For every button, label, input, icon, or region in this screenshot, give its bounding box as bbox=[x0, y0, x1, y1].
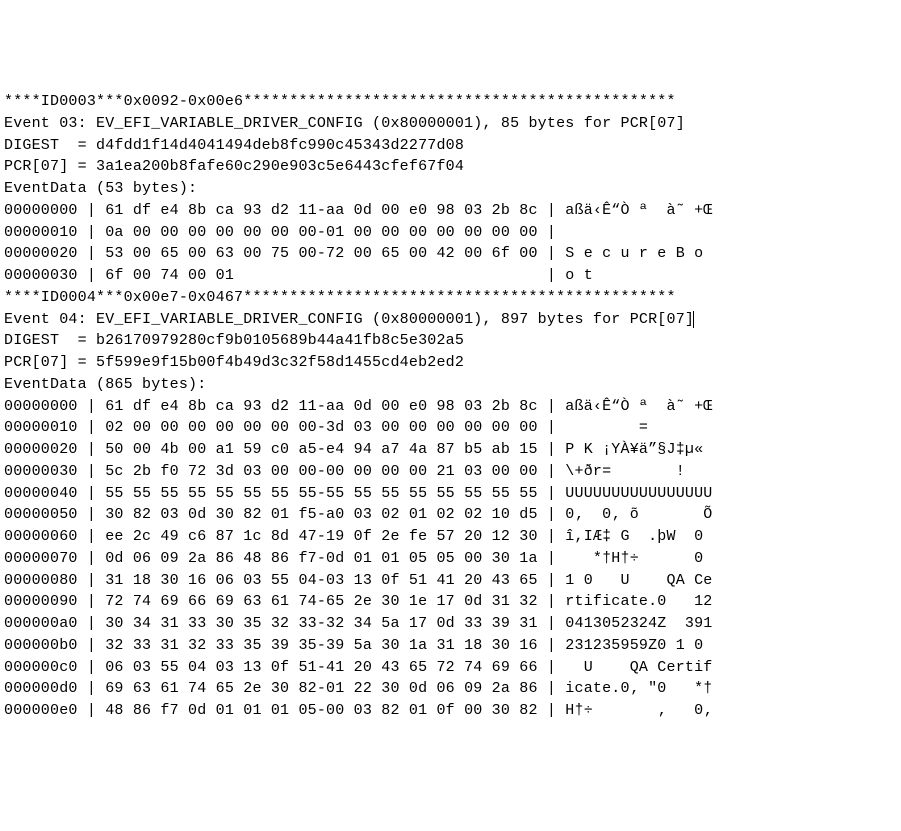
output-line: ****ID0003***0x0092-0x00e6**************… bbox=[4, 91, 901, 113]
output-line: EventData (865 bytes): bbox=[4, 374, 901, 396]
output-line: ****ID0004***0x00e7-0x0467**************… bbox=[4, 287, 901, 309]
output-line: DIGEST = d4fdd1f14d4041494deb8fc990c4534… bbox=[4, 135, 901, 157]
output-line: 00000000 | 61 df e4 8b ca 93 d2 11-aa 0d… bbox=[4, 200, 901, 222]
output-line: 00000080 | 31 18 30 16 06 03 55 04-03 13… bbox=[4, 570, 901, 592]
hex-dump-output: ****ID0003***0x0092-0x00e6**************… bbox=[4, 91, 901, 722]
output-line: EventData (53 bytes): bbox=[4, 178, 901, 200]
output-line: 00000090 | 72 74 69 66 69 63 61 74-65 2e… bbox=[4, 591, 901, 613]
output-line: 00000010 | 02 00 00 00 00 00 00 00-3d 03… bbox=[4, 417, 901, 439]
output-line: 00000030 | 5c 2b f0 72 3d 03 00 00-00 00… bbox=[4, 461, 901, 483]
output-line: 00000030 | 6f 00 74 00 01 | o t bbox=[4, 265, 901, 287]
output-line: 00000060 | ee 2c 49 c6 87 1c 8d 47-19 0f… bbox=[4, 526, 901, 548]
output-line: 00000010 | 0a 00 00 00 00 00 00 00-01 00… bbox=[4, 222, 901, 244]
output-line: 00000040 | 55 55 55 55 55 55 55 55-55 55… bbox=[4, 483, 901, 505]
output-line: 000000e0 | 48 86 f7 0d 01 01 01 05-00 03… bbox=[4, 700, 901, 722]
output-line: DIGEST = b26170979280cf9b0105689b44a41fb… bbox=[4, 330, 901, 352]
output-line: 00000020 | 53 00 65 00 63 00 75 00-72 00… bbox=[4, 243, 901, 265]
output-line: PCR[07] = 5f599e9f15b00f4b49d3c32f58d145… bbox=[4, 352, 901, 374]
output-line: 00000000 | 61 df e4 8b ca 93 d2 11-aa 0d… bbox=[4, 396, 901, 418]
output-line: Event 04: EV_EFI_VARIABLE_DRIVER_CONFIG … bbox=[4, 309, 901, 331]
output-line: 00000020 | 50 00 4b 00 a1 59 c0 a5-e4 94… bbox=[4, 439, 901, 461]
output-line: 000000c0 | 06 03 55 04 03 13 0f 51-41 20… bbox=[4, 657, 901, 679]
output-line: 000000d0 | 69 63 61 74 65 2e 30 82-01 22… bbox=[4, 678, 901, 700]
output-line: 000000a0 | 30 34 31 33 30 35 32 33-32 34… bbox=[4, 613, 901, 635]
output-line: 000000b0 | 32 33 31 32 33 35 39 35-39 5a… bbox=[4, 635, 901, 657]
output-line: 00000070 | 0d 06 09 2a 86 48 86 f7-0d 01… bbox=[4, 548, 901, 570]
text-cursor bbox=[693, 311, 694, 328]
output-line: 00000050 | 30 82 03 0d 30 82 01 f5-a0 03… bbox=[4, 504, 901, 526]
output-line: Event 03: EV_EFI_VARIABLE_DRIVER_CONFIG … bbox=[4, 113, 901, 135]
output-line: PCR[07] = 3a1ea200b8fafe60c290e903c5e644… bbox=[4, 156, 901, 178]
